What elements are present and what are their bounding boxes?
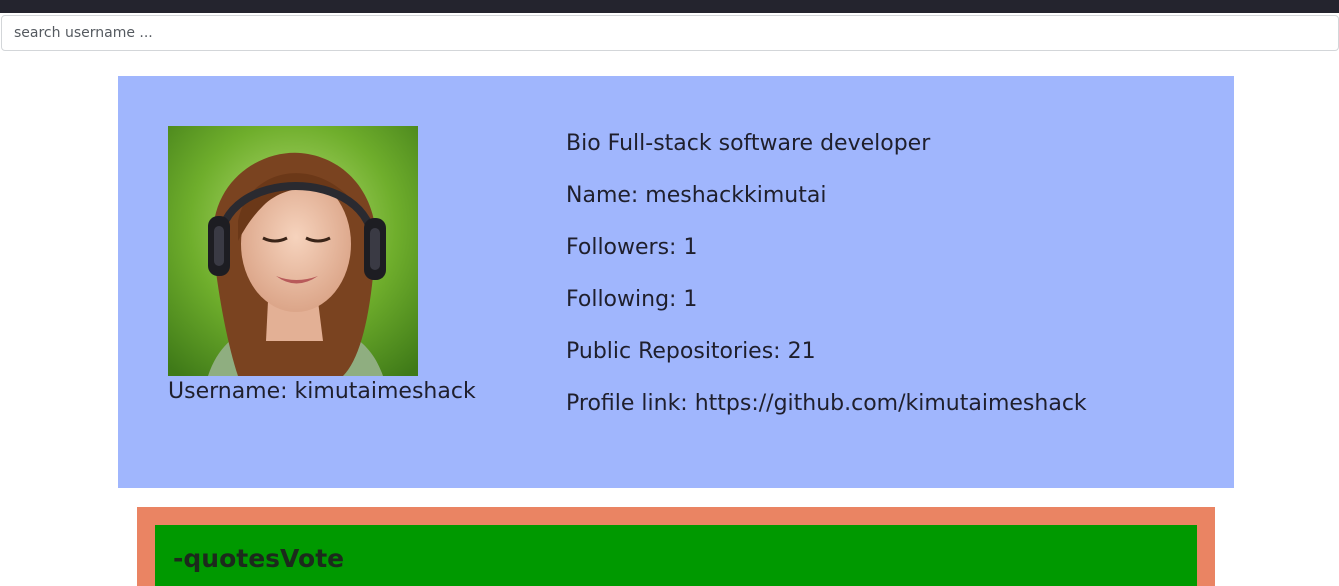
followers-count: Followers: 1 [566, 235, 698, 260]
name-text: Name: meshackkimutai [566, 183, 827, 208]
following-count: Following: 1 [566, 287, 698, 312]
quotes-title: -quotesVote [173, 544, 345, 573]
top-bar [0, 0, 1339, 13]
avatar-image [168, 126, 418, 376]
search-input[interactable] [1, 15, 1339, 51]
quotes-panel: -quotesVote [155, 525, 1197, 586]
public-repos-count: Public Repositories: 21 [566, 339, 816, 364]
username-label: Username: kimutaimeshack [168, 379, 476, 404]
profile-card: Username: kimutaimeshack Bio Full-stack … [118, 76, 1234, 488]
profile-details: Bio Full-stack software developer Name: … [566, 128, 1087, 440]
search-bar [0, 13, 1339, 53]
avatar [168, 126, 418, 376]
bio-text: Bio Full-stack software developer [566, 131, 931, 156]
profile-link[interactable]: Profile link: https://github.com/kimutai… [566, 388, 1087, 440]
quotes-section: -quotesVote [137, 507, 1215, 586]
